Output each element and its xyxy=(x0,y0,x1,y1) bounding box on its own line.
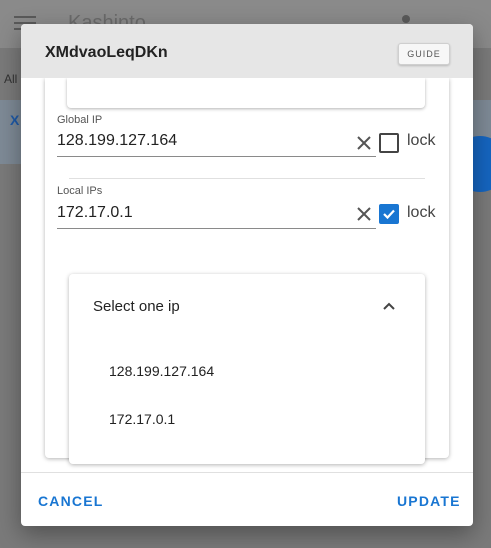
cancel-button[interactable]: CANCEL xyxy=(38,493,104,509)
local-ips-underline xyxy=(57,228,376,229)
dialog-body[interactable]: Global IP 128.199.127.164 lock Local IPs… xyxy=(21,78,473,472)
dialog-header: XMdvaoLeqDKn GUIDE xyxy=(21,24,473,78)
clear-local-ips-icon[interactable] xyxy=(356,206,372,222)
divider xyxy=(69,178,425,179)
local-ips-lock-checkbox[interactable] xyxy=(379,204,399,224)
edit-ip-dialog: XMdvaoLeqDKn GUIDE Global IP 128.199.127… xyxy=(21,24,473,526)
local-ips-label: Local IPs xyxy=(57,185,103,197)
dialog-title: XMdvaoLeqDKn xyxy=(45,44,168,61)
global-ip-lock-label: lock xyxy=(407,132,436,149)
global-ip-underline xyxy=(57,156,376,157)
global-ip-lock-checkbox[interactable] xyxy=(379,133,399,153)
ip-option[interactable]: 128.199.127.164 xyxy=(109,363,214,379)
filter-all-label[interactable]: All xyxy=(4,72,17,86)
ip-select-panel[interactable]: Select one ip 128.199.127.164 172.17.0.1 xyxy=(69,274,425,464)
ip-select-title[interactable]: Select one ip xyxy=(93,298,180,315)
dialog-actions: CANCEL UPDATE xyxy=(21,472,473,526)
local-ips-input[interactable]: 172.17.0.1 xyxy=(57,204,133,222)
global-ip-input[interactable]: 128.199.127.164 xyxy=(57,132,177,150)
update-button[interactable]: UPDATE xyxy=(397,493,461,509)
previous-field-box xyxy=(67,78,425,108)
clear-global-ip-icon[interactable] xyxy=(356,135,372,151)
checkmark-icon xyxy=(383,209,395,220)
list-item-label: X xyxy=(10,112,20,128)
guide-button[interactable]: GUIDE xyxy=(398,43,450,65)
local-ips-lock-label: lock xyxy=(407,204,436,221)
global-ip-label: Global IP xyxy=(57,114,103,126)
chevron-up-icon[interactable] xyxy=(381,298,397,314)
ip-option[interactable]: 172.17.0.1 xyxy=(109,411,175,427)
